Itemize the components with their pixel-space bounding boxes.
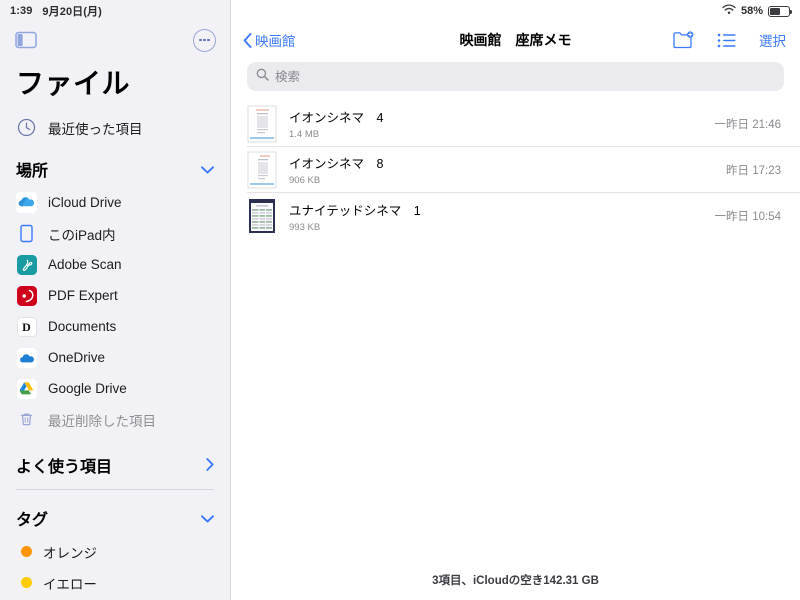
file-date: 昨日 17:23 bbox=[726, 164, 781, 177]
sidebar-toggle-icon[interactable] bbox=[15, 31, 37, 49]
list-item[interactable]: ユナイテッドシネマ 1 993 KB 一昨日 10:54 bbox=[247, 193, 800, 239]
sidebar-item-recently-deleted[interactable]: 最近削除した項目 bbox=[0, 404, 230, 435]
battery-icon bbox=[768, 5, 793, 17]
sidebar-item-label: PDF Expert bbox=[48, 288, 118, 303]
search-field[interactable] bbox=[247, 62, 784, 91]
spreadsheet-thumbnail bbox=[247, 197, 277, 235]
ipad-icon bbox=[16, 223, 37, 244]
status-bar-right: 58% bbox=[231, 0, 800, 22]
sidebar-item-label: オレンジ bbox=[43, 545, 97, 561]
back-button[interactable]: 映画館 bbox=[243, 30, 296, 50]
sidebar-section-locations[interactable]: 場所 bbox=[0, 143, 230, 187]
pdf-expert-icon bbox=[16, 285, 37, 306]
icloud-drive-icon bbox=[16, 192, 37, 213]
sidebar-item-label: OneDrive bbox=[48, 350, 106, 365]
clock-icon bbox=[16, 117, 37, 138]
chevron-down-icon[interactable] bbox=[201, 512, 214, 525]
battery-percent: 58% bbox=[740, 5, 763, 17]
sidebar-toolbar bbox=[0, 22, 230, 58]
status-bar-left: 1:39 9月20日(月) bbox=[0, 0, 230, 22]
page-title: ファイル bbox=[16, 68, 131, 99]
google-drive-icon bbox=[16, 378, 37, 399]
document-thumbnail bbox=[247, 151, 277, 189]
tag-color-dot bbox=[21, 546, 32, 557]
file-date: 一昨日 10:54 bbox=[714, 211, 781, 223]
sidebar-section-tags[interactable]: タグ bbox=[0, 490, 230, 536]
search-input[interactable] bbox=[275, 69, 775, 84]
list-view-icon[interactable] bbox=[717, 33, 736, 48]
sidebar-item-label: 最近削除した項目 bbox=[48, 413, 156, 429]
status-date: 9月20日(月) bbox=[42, 6, 102, 18]
sidebar-item-this-ipad[interactable]: このiPad内 bbox=[0, 218, 230, 249]
sidebar-item-label: Documents bbox=[48, 319, 117, 334]
sidebar-item-label: 最近使った項目 bbox=[48, 121, 143, 137]
sidebar-item-documents[interactable]: D Documents bbox=[0, 311, 230, 342]
file-date: 一昨日 21:46 bbox=[714, 118, 781, 131]
navigation-bar: 映画館 映画館 座席メモ 選択 bbox=[231, 22, 800, 58]
tag-color-dot bbox=[21, 577, 32, 588]
sidebar: 1:39 9月20日(月) ファイル 最近使った項目 場所 iCloud Dri… bbox=[0, 0, 231, 600]
section-title: よく使う項目 bbox=[16, 459, 113, 476]
status-time: 1:39 bbox=[10, 5, 33, 17]
sidebar-item-adobe-scan[interactable]: Adobe Scan bbox=[0, 249, 230, 280]
list-item[interactable]: イオンシネマ 4 1.4 MB 一昨日 21:46 bbox=[247, 101, 800, 147]
sidebar-item-google-drive[interactable]: Google Drive bbox=[0, 373, 230, 404]
onedrive-icon bbox=[16, 347, 37, 368]
sidebar-item-label: イエロー bbox=[43, 576, 97, 592]
document-thumbnail bbox=[247, 105, 277, 143]
new-folder-icon[interactable] bbox=[673, 31, 694, 49]
ipad-files-app: 1:39 9月20日(月) ファイル 最近使った項目 場所 iCloud Dri… bbox=[0, 0, 800, 600]
sidebar-item-recents[interactable]: 最近使った項目 bbox=[0, 112, 230, 143]
sidebar-tag-yellow[interactable]: イエロー bbox=[0, 567, 230, 598]
list-item[interactable]: イオンシネマ 8 906 KB 昨日 17:23 bbox=[247, 147, 800, 193]
file-name: ユナイテッドシネマ 1 bbox=[289, 203, 421, 218]
navbar-actions: 選択 bbox=[673, 30, 786, 50]
status-footer: 3項目、iCloudの空き142.31 GB bbox=[432, 575, 599, 587]
sidebar-item-label: Google Drive bbox=[48, 381, 127, 396]
file-list: イオンシネマ 4 1.4 MB 一昨日 21:46 イオンシネマ 8 906 K… bbox=[231, 101, 800, 239]
file-meta: ユナイテッドシネマ 1 993 KB bbox=[289, 200, 703, 233]
content-area: 58% 映画館 映画館 座席メモ 選択 検索 イオンシネマ 4 1.4 MB 一… bbox=[231, 0, 800, 600]
file-name: イオンシネマ 8 bbox=[289, 157, 384, 171]
sidebar-item-label: Adobe Scan bbox=[48, 257, 122, 272]
select-button[interactable]: 選択 bbox=[759, 30, 786, 50]
file-size: 1.4 MB bbox=[289, 129, 320, 140]
trash-icon bbox=[16, 409, 37, 430]
adobe-scan-icon bbox=[16, 254, 37, 275]
documents-icon: D bbox=[16, 316, 37, 337]
sidebar-item-onedrive[interactable]: OneDrive bbox=[0, 342, 230, 373]
sidebar-tag-orange[interactable]: オレンジ bbox=[0, 536, 230, 567]
wifi-icon bbox=[722, 4, 736, 18]
section-title: 場所 bbox=[16, 163, 49, 180]
sidebar-item-pdf-expert[interactable]: PDF Expert bbox=[0, 280, 230, 311]
chevron-down-icon[interactable] bbox=[201, 163, 214, 176]
sidebar-item-icloud-drive[interactable]: iCloud Drive bbox=[0, 187, 230, 218]
more-dots-icon[interactable] bbox=[193, 28, 216, 52]
file-meta: イオンシネマ 4 1.4 MB bbox=[289, 107, 703, 140]
sidebar-item-label: このiPad内 bbox=[48, 227, 116, 243]
back-button-label: 映画館 bbox=[255, 34, 296, 49]
chevron-right-icon[interactable] bbox=[206, 457, 214, 473]
file-meta: イオンシネマ 8 906 KB bbox=[289, 153, 714, 186]
file-size: 906 KB bbox=[289, 175, 321, 186]
section-title: タグ bbox=[16, 512, 49, 529]
search-icon bbox=[256, 68, 269, 86]
search-bar-container bbox=[231, 58, 800, 101]
file-name: イオンシネマ 4 bbox=[289, 111, 384, 125]
sidebar-item-label: iCloud Drive bbox=[48, 195, 122, 210]
file-size: 993 KB bbox=[289, 221, 321, 233]
sidebar-section-favorites[interactable]: よく使う項目 bbox=[0, 435, 230, 483]
